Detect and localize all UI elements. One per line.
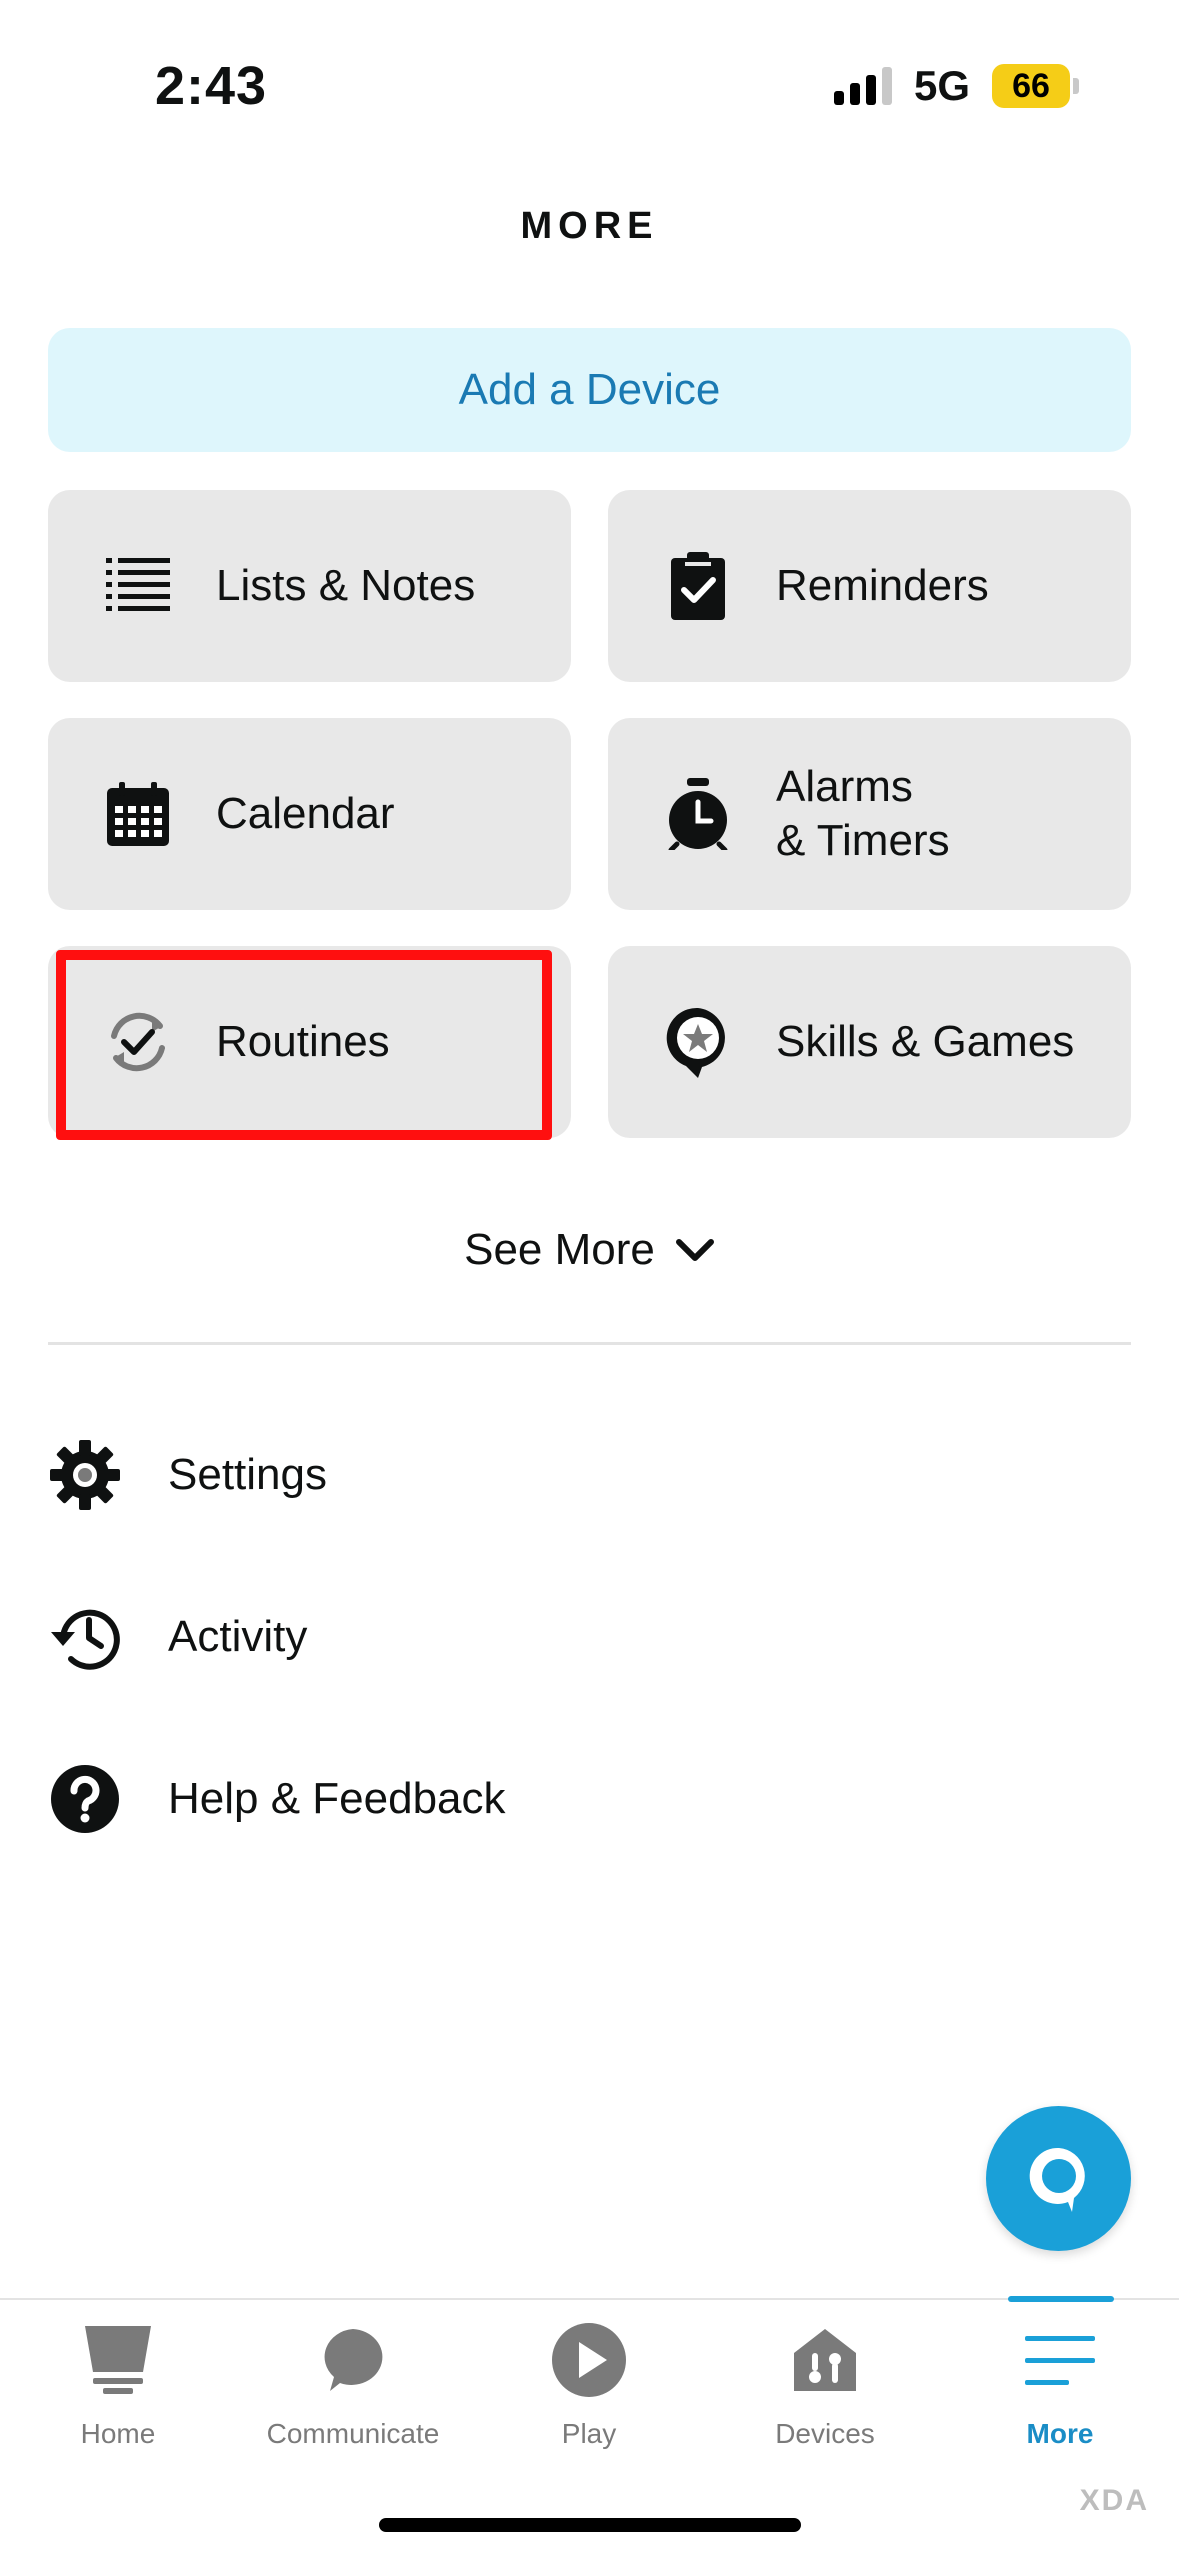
nav-devices[interactable]: Devices — [725, 2320, 925, 2450]
page-title: MORE — [520, 205, 659, 247]
tile-label: Reminders — [776, 561, 989, 610]
alarm-clock-icon — [658, 774, 738, 854]
alexa-icon — [1029, 2147, 1085, 2212]
list-item-label: Activity — [168, 1612, 308, 1661]
add-device-button[interactable]: Add a Device — [48, 328, 1131, 452]
status-time: 2:43 — [155, 56, 268, 116]
tile-label: Alarms & Timers — [776, 762, 950, 865]
see-more-label: See More — [464, 1225, 655, 1274]
list-item-activity[interactable]: Activity — [48, 1582, 1131, 1692]
list-item-label: Help & Feedback — [168, 1774, 506, 1823]
history-icon — [48, 1600, 122, 1674]
active-tab-indicator — [1008, 2296, 1114, 2302]
chevron-down-icon — [675, 1225, 715, 1275]
battery-icon: 66 — [992, 64, 1079, 108]
tile-label: Calendar — [216, 789, 395, 838]
signal-icon — [833, 67, 892, 105]
devices-icon — [785, 2320, 865, 2400]
tile-routines[interactable]: Routines — [48, 946, 571, 1138]
tile-skills-games[interactable]: Skills & Games — [608, 946, 1131, 1138]
battery-level: 66 — [992, 64, 1070, 108]
tile-lists-notes[interactable]: Lists & Notes — [48, 490, 571, 682]
nav-label: Home — [80, 2418, 156, 2449]
alexa-voice-button[interactable] — [986, 2106, 1131, 2251]
tile-reminders[interactable]: Reminders — [608, 490, 1131, 682]
tile-calendar[interactable]: Calendar — [48, 718, 571, 910]
nav-more[interactable]: More — [960, 2320, 1160, 2450]
nav-play[interactable]: Play — [489, 2320, 689, 2450]
list-item-label: Settings — [168, 1450, 327, 1499]
list-item-help-feedback[interactable]: Help & Feedback — [48, 1744, 1131, 1854]
play-icon — [549, 2320, 629, 2400]
watermark: XDA — [1079, 2484, 1149, 2517]
list-item-settings[interactable]: Settings — [48, 1420, 1131, 1530]
tile-label: Routines — [216, 1017, 390, 1066]
status-indicators: 5G 66 — [833, 62, 1079, 110]
home-icon — [78, 2320, 158, 2400]
see-more-button[interactable]: See More — [0, 1225, 1179, 1275]
home-indicator — [379, 2518, 801, 2532]
network-type: 5G — [913, 62, 970, 109]
list-icon — [98, 546, 178, 626]
nav-label: Communicate — [266, 2418, 440, 2449]
nav-label: More — [1026, 2418, 1094, 2449]
chat-icon — [313, 2320, 393, 2400]
gear-icon — [48, 1438, 122, 1512]
nav-communicate[interactable]: Communicate — [253, 2320, 453, 2450]
clipboard-check-icon — [658, 546, 738, 626]
help-icon — [48, 1762, 122, 1836]
divider — [48, 1342, 1131, 1345]
menu-icon — [1020, 2320, 1100, 2400]
calendar-icon — [98, 774, 178, 854]
tile-label: Lists & Notes — [216, 561, 476, 610]
star-bubble-icon — [658, 1002, 738, 1082]
nav-label: Devices — [775, 2418, 875, 2449]
nav-label: Play — [561, 2418, 617, 2449]
routine-check-icon — [98, 1002, 178, 1082]
status-bar: 2:43 5G 66 — [0, 0, 1179, 160]
nav-home[interactable]: Home — [18, 2320, 218, 2450]
tile-alarms-timers[interactable]: Alarms & Timers — [608, 718, 1131, 910]
tile-label: Skills & Games — [776, 1017, 1075, 1066]
